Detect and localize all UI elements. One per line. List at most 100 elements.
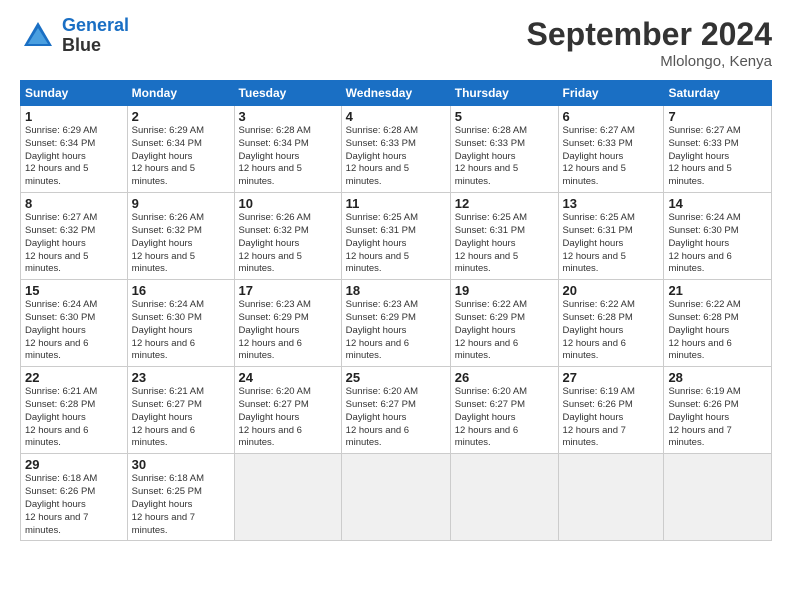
day-number: 2 xyxy=(132,109,230,124)
page: GeneralBlue September 2024 Mlolongo, Ken… xyxy=(0,0,792,612)
day-number: 29 xyxy=(25,457,123,472)
day-number: 25 xyxy=(346,370,446,385)
calendar-cell: 6 Sunrise: 6:27 AM Sunset: 6:33 PM Dayli… xyxy=(558,106,664,193)
weekday-header-monday: Monday xyxy=(127,81,234,106)
day-number: 6 xyxy=(563,109,660,124)
day-number: 30 xyxy=(132,457,230,472)
day-info: Sunrise: 6:24 AM Sunset: 6:30 PM Dayligh… xyxy=(25,299,123,363)
calendar-cell: 5 Sunrise: 6:28 AM Sunset: 6:33 PM Dayli… xyxy=(450,106,558,193)
day-number: 19 xyxy=(455,283,554,298)
day-info: Sunrise: 6:24 AM Sunset: 6:30 PM Dayligh… xyxy=(668,212,767,276)
day-info: Sunrise: 6:24 AM Sunset: 6:30 PM Dayligh… xyxy=(132,299,230,363)
logo: GeneralBlue xyxy=(20,16,129,56)
calendar-cell: 18 Sunrise: 6:23 AM Sunset: 6:29 PM Dayl… xyxy=(341,280,450,367)
day-info: Sunrise: 6:18 AM Sunset: 6:25 PM Dayligh… xyxy=(132,473,230,537)
day-number: 13 xyxy=(563,196,660,211)
day-number: 16 xyxy=(132,283,230,298)
day-info: Sunrise: 6:21 AM Sunset: 6:27 PM Dayligh… xyxy=(132,386,230,450)
title-block: September 2024 Mlolongo, Kenya xyxy=(527,16,772,70)
day-info: Sunrise: 6:20 AM Sunset: 6:27 PM Dayligh… xyxy=(346,386,446,450)
calendar-cell: 21 Sunrise: 6:22 AM Sunset: 6:28 PM Dayl… xyxy=(664,280,772,367)
calendar-cell xyxy=(341,454,450,541)
calendar-cell: 17 Sunrise: 6:23 AM Sunset: 6:29 PM Dayl… xyxy=(234,280,341,367)
calendar-cell: 15 Sunrise: 6:24 AM Sunset: 6:30 PM Dayl… xyxy=(21,280,128,367)
calendar-cell: 10 Sunrise: 6:26 AM Sunset: 6:32 PM Dayl… xyxy=(234,193,341,280)
weekday-header-wednesday: Wednesday xyxy=(341,81,450,106)
calendar-cell: 23 Sunrise: 6:21 AM Sunset: 6:27 PM Dayl… xyxy=(127,367,234,454)
day-number: 27 xyxy=(563,370,660,385)
day-info: Sunrise: 6:27 AM Sunset: 6:33 PM Dayligh… xyxy=(563,125,660,189)
calendar-cell: 28 Sunrise: 6:19 AM Sunset: 6:26 PM Dayl… xyxy=(664,367,772,454)
day-number: 22 xyxy=(25,370,123,385)
calendar-cell: 4 Sunrise: 6:28 AM Sunset: 6:33 PM Dayli… xyxy=(341,106,450,193)
weekday-header-thursday: Thursday xyxy=(450,81,558,106)
calendar-cell: 30 Sunrise: 6:18 AM Sunset: 6:25 PM Dayl… xyxy=(127,454,234,541)
calendar-cell xyxy=(558,454,664,541)
day-info: Sunrise: 6:25 AM Sunset: 6:31 PM Dayligh… xyxy=(455,212,554,276)
day-info: Sunrise: 6:20 AM Sunset: 6:27 PM Dayligh… xyxy=(239,386,337,450)
day-number: 11 xyxy=(346,196,446,211)
day-number: 5 xyxy=(455,109,554,124)
weekday-header-friday: Friday xyxy=(558,81,664,106)
day-number: 12 xyxy=(455,196,554,211)
calendar-cell: 2 Sunrise: 6:29 AM Sunset: 6:34 PM Dayli… xyxy=(127,106,234,193)
weekday-header-tuesday: Tuesday xyxy=(234,81,341,106)
calendar-cell xyxy=(234,454,341,541)
day-info: Sunrise: 6:22 AM Sunset: 6:29 PM Dayligh… xyxy=(455,299,554,363)
weekday-header-sunday: Sunday xyxy=(21,81,128,106)
day-info: Sunrise: 6:18 AM Sunset: 6:26 PM Dayligh… xyxy=(25,473,123,537)
day-info: Sunrise: 6:21 AM Sunset: 6:28 PM Dayligh… xyxy=(25,386,123,450)
day-number: 4 xyxy=(346,109,446,124)
day-number: 14 xyxy=(668,196,767,211)
calendar-cell: 11 Sunrise: 6:25 AM Sunset: 6:31 PM Dayl… xyxy=(341,193,450,280)
calendar-cell xyxy=(450,454,558,541)
day-number: 1 xyxy=(25,109,123,124)
calendar-cell: 29 Sunrise: 6:18 AM Sunset: 6:26 PM Dayl… xyxy=(21,454,128,541)
calendar-cell: 19 Sunrise: 6:22 AM Sunset: 6:29 PM Dayl… xyxy=(450,280,558,367)
day-number: 18 xyxy=(346,283,446,298)
location: Mlolongo, Kenya xyxy=(527,53,772,70)
day-number: 26 xyxy=(455,370,554,385)
day-number: 8 xyxy=(25,196,123,211)
logo-icon xyxy=(20,18,56,54)
calendar-cell: 13 Sunrise: 6:25 AM Sunset: 6:31 PM Dayl… xyxy=(558,193,664,280)
day-info: Sunrise: 6:20 AM Sunset: 6:27 PM Dayligh… xyxy=(455,386,554,450)
day-number: 23 xyxy=(132,370,230,385)
calendar-cell: 14 Sunrise: 6:24 AM Sunset: 6:30 PM Dayl… xyxy=(664,193,772,280)
day-info: Sunrise: 6:27 AM Sunset: 6:33 PM Dayligh… xyxy=(668,125,767,189)
month-title: September 2024 xyxy=(527,16,772,53)
calendar-cell: 7 Sunrise: 6:27 AM Sunset: 6:33 PM Dayli… xyxy=(664,106,772,193)
day-number: 20 xyxy=(563,283,660,298)
calendar-cell: 26 Sunrise: 6:20 AM Sunset: 6:27 PM Dayl… xyxy=(450,367,558,454)
day-info: Sunrise: 6:19 AM Sunset: 6:26 PM Dayligh… xyxy=(668,386,767,450)
day-info: Sunrise: 6:27 AM Sunset: 6:32 PM Dayligh… xyxy=(25,212,123,276)
day-info: Sunrise: 6:22 AM Sunset: 6:28 PM Dayligh… xyxy=(563,299,660,363)
calendar-cell: 12 Sunrise: 6:25 AM Sunset: 6:31 PM Dayl… xyxy=(450,193,558,280)
day-number: 24 xyxy=(239,370,337,385)
calendar-cell: 27 Sunrise: 6:19 AM Sunset: 6:26 PM Dayl… xyxy=(558,367,664,454)
logo-text: GeneralBlue xyxy=(62,16,129,56)
day-info: Sunrise: 6:22 AM Sunset: 6:28 PM Dayligh… xyxy=(668,299,767,363)
calendar-cell: 3 Sunrise: 6:28 AM Sunset: 6:34 PM Dayli… xyxy=(234,106,341,193)
day-info: Sunrise: 6:26 AM Sunset: 6:32 PM Dayligh… xyxy=(132,212,230,276)
calendar-table: SundayMondayTuesdayWednesdayThursdayFrid… xyxy=(20,80,772,541)
day-number: 3 xyxy=(239,109,337,124)
day-info: Sunrise: 6:28 AM Sunset: 6:33 PM Dayligh… xyxy=(346,125,446,189)
day-info: Sunrise: 6:29 AM Sunset: 6:34 PM Dayligh… xyxy=(132,125,230,189)
day-info: Sunrise: 6:19 AM Sunset: 6:26 PM Dayligh… xyxy=(563,386,660,450)
calendar-cell: 16 Sunrise: 6:24 AM Sunset: 6:30 PM Dayl… xyxy=(127,280,234,367)
calendar-cell: 8 Sunrise: 6:27 AM Sunset: 6:32 PM Dayli… xyxy=(21,193,128,280)
calendar-cell: 25 Sunrise: 6:20 AM Sunset: 6:27 PM Dayl… xyxy=(341,367,450,454)
day-number: 7 xyxy=(668,109,767,124)
day-info: Sunrise: 6:26 AM Sunset: 6:32 PM Dayligh… xyxy=(239,212,337,276)
day-info: Sunrise: 6:23 AM Sunset: 6:29 PM Dayligh… xyxy=(346,299,446,363)
calendar-cell: 9 Sunrise: 6:26 AM Sunset: 6:32 PM Dayli… xyxy=(127,193,234,280)
calendar-cell: 1 Sunrise: 6:29 AM Sunset: 6:34 PM Dayli… xyxy=(21,106,128,193)
day-info: Sunrise: 6:29 AM Sunset: 6:34 PM Dayligh… xyxy=(25,125,123,189)
weekday-header-saturday: Saturday xyxy=(664,81,772,106)
day-info: Sunrise: 6:28 AM Sunset: 6:34 PM Dayligh… xyxy=(239,125,337,189)
calendar-cell: 24 Sunrise: 6:20 AM Sunset: 6:27 PM Dayl… xyxy=(234,367,341,454)
day-info: Sunrise: 6:25 AM Sunset: 6:31 PM Dayligh… xyxy=(563,212,660,276)
day-number: 10 xyxy=(239,196,337,211)
day-number: 9 xyxy=(132,196,230,211)
